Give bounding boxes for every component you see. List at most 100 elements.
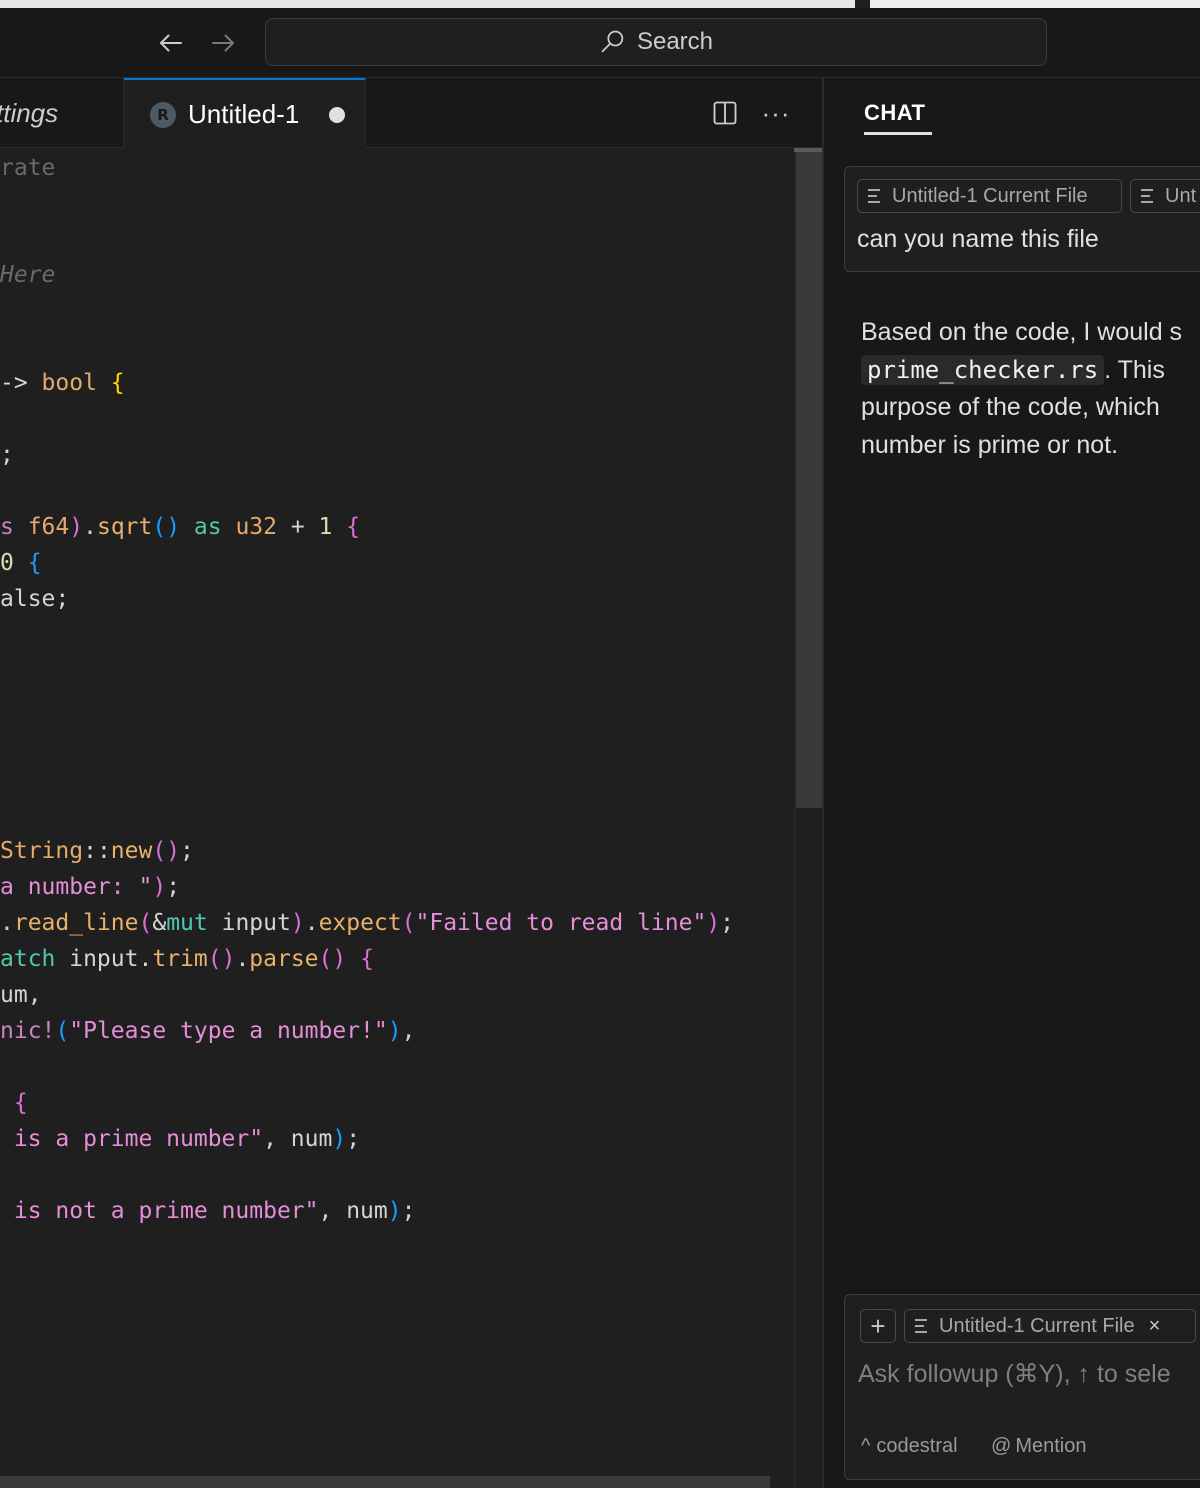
context-chip-label: Untitled-1 Current File: [939, 1314, 1135, 1337]
code-token: (: [401, 910, 416, 936]
user-message-text: can you name this file: [857, 225, 1099, 253]
arrow-left-icon: [160, 34, 182, 52]
code-token: {: [13, 550, 42, 576]
code-token: (): [152, 838, 181, 864]
reply-code: prime_checker.rs: [861, 354, 1105, 385]
code-line[interactable]: atch input.trim().parse() {: [0, 941, 374, 977]
code-token: atch: [0, 946, 56, 972]
context-chip-current-file[interactable]: Untitled-1 Current File ×: [904, 1309, 1196, 1343]
search-label: Search: [636, 28, 714, 55]
code-token: "Please type a number!": [69, 1018, 388, 1044]
code-token: &: [152, 910, 167, 936]
reply-line: purpose of the code, which: [861, 393, 1160, 421]
code-token: ;: [166, 874, 181, 900]
code-token: (): [318, 946, 347, 972]
followup-input[interactable]: Ask followup (⌘Y), ↑ to sele: [858, 1359, 1171, 1389]
tab-settings-label: ttings: [0, 97, 59, 128]
user-message[interactable]: Untitled-1 Current File Unt can you name…: [844, 166, 1200, 272]
code-line[interactable]: um,: [0, 977, 42, 1013]
code-token: parse: [249, 946, 319, 972]
split-editor-icon: [713, 101, 737, 125]
context-chip-current-file[interactable]: Untitled-1 Current File: [857, 179, 1122, 213]
code-token: is a prime number": [0, 1126, 264, 1152]
code-token: (: [55, 1018, 70, 1044]
code-token: as: [180, 514, 236, 540]
code-token: ::: [83, 838, 111, 864]
more-actions-button[interactable]: ···: [759, 96, 793, 130]
code-token: ->: [0, 370, 42, 396]
code-token: ): [69, 514, 84, 540]
code-editor[interactable]: rate Here -> bool {; s f64).sqrt() as u32 +…: [0, 148, 794, 1488]
chat-title[interactable]: CHAT: [864, 100, 925, 126]
arrow-right-icon: [212, 34, 234, 52]
code-token: ): [706, 910, 721, 936]
code-token: um: [0, 982, 28, 1008]
code-line[interactable]: is not a prime number", num);: [0, 1193, 416, 1229]
code-token: ;: [180, 838, 194, 864]
assistant-reply: Based on the code, I would s prime_check…: [861, 314, 1200, 464]
code-token: u32: [235, 514, 277, 540]
close-icon[interactable]: ×: [1149, 1315, 1161, 1338]
chat-title-underline: [864, 132, 932, 135]
back-button[interactable]: [153, 26, 189, 60]
code-token: ;: [401, 1198, 416, 1224]
model-selector[interactable]: ^ codestral: [861, 1435, 958, 1458]
chat-panel: CHAT Untitled-1 Current File Unt can you…: [824, 78, 1200, 1488]
code-line[interactable]: {: [0, 1085, 28, 1121]
code-token: , num: [318, 1198, 388, 1224]
chevron-up-icon: ^: [861, 1435, 871, 1457]
code-token: .: [83, 514, 97, 540]
top-strip-light-right: [870, 0, 1200, 8]
code-token: ): [290, 910, 305, 936]
code-token: nic!: [0, 1018, 56, 1044]
unsaved-dot-icon[interactable]: [329, 106, 346, 123]
code-token: trim: [152, 946, 208, 972]
code-token: 1: [318, 514, 333, 540]
code-token: new: [110, 838, 153, 864]
window-top-strip: [0, 0, 1200, 8]
code-line[interactable]: .read_line(&mut input).expect("Failed to…: [0, 905, 734, 941]
code-token: mut: [166, 910, 208, 936]
code-line[interactable]: rate: [0, 150, 55, 186]
code-line[interactable]: ;: [0, 437, 14, 473]
code-line[interactable]: Here: [0, 257, 55, 293]
code-line[interactable]: alse;: [0, 581, 69, 617]
code-token: ): [387, 1018, 402, 1044]
code-line[interactable]: -> bool {: [0, 365, 125, 401]
command-center-search[interactable]: Search: [265, 18, 1047, 66]
code-token: (): [152, 514, 181, 540]
file-lines-icon: [915, 1318, 929, 1334]
editor-horizontal-scroll-thumb[interactable]: [0, 1476, 770, 1488]
editor-vertical-scroll-thumb[interactable]: [796, 152, 822, 808]
code-line[interactable]: 0 {: [0, 545, 42, 581]
editor-tab-bar: ttings R Untitled-1 ···: [0, 78, 822, 149]
code-token: {: [0, 1090, 28, 1116]
add-context-button[interactable]: +: [860, 1309, 896, 1343]
tab-untitled-1[interactable]: R Untitled-1: [124, 78, 366, 149]
context-chip-untitled[interactable]: Unt: [1130, 179, 1200, 213]
code-line[interactable]: String::new();: [0, 833, 194, 869]
split-editor-button[interactable]: [708, 96, 742, 130]
code-line[interactable]: nic!("Please type a number!"),: [0, 1013, 415, 1049]
chat-input-box[interactable]: + Untitled-1 Current File × Ask followup…: [844, 1294, 1200, 1480]
code-token: +: [277, 514, 319, 540]
code-token: {: [346, 946, 374, 972]
code-token: .: [235, 946, 250, 972]
mention-button[interactable]: @ Mention: [991, 1435, 1086, 1458]
code-token: ;: [346, 1126, 361, 1152]
code-token: ,: [27, 982, 42, 1008]
code-line[interactable]: s f64).sqrt() as u32 + 1 {: [0, 509, 360, 545]
code-token: .: [0, 910, 14, 936]
code-token: read_line: [13, 910, 139, 936]
forward-button[interactable]: [205, 26, 241, 60]
code-token: ;: [55, 586, 70, 612]
top-strip-light: [0, 0, 855, 8]
code-token: rate: [0, 155, 56, 181]
file-lines-icon: [868, 188, 882, 204]
tab-settings[interactable]: ttings: [0, 78, 124, 148]
code-token: alse: [0, 586, 56, 612]
code-line[interactable]: a number: ");: [0, 869, 180, 905]
code-line[interactable]: is a prime number", num);: [0, 1121, 360, 1157]
context-chip-label: Untitled-1 Current File: [892, 184, 1088, 207]
code-token: ): [387, 1198, 402, 1224]
